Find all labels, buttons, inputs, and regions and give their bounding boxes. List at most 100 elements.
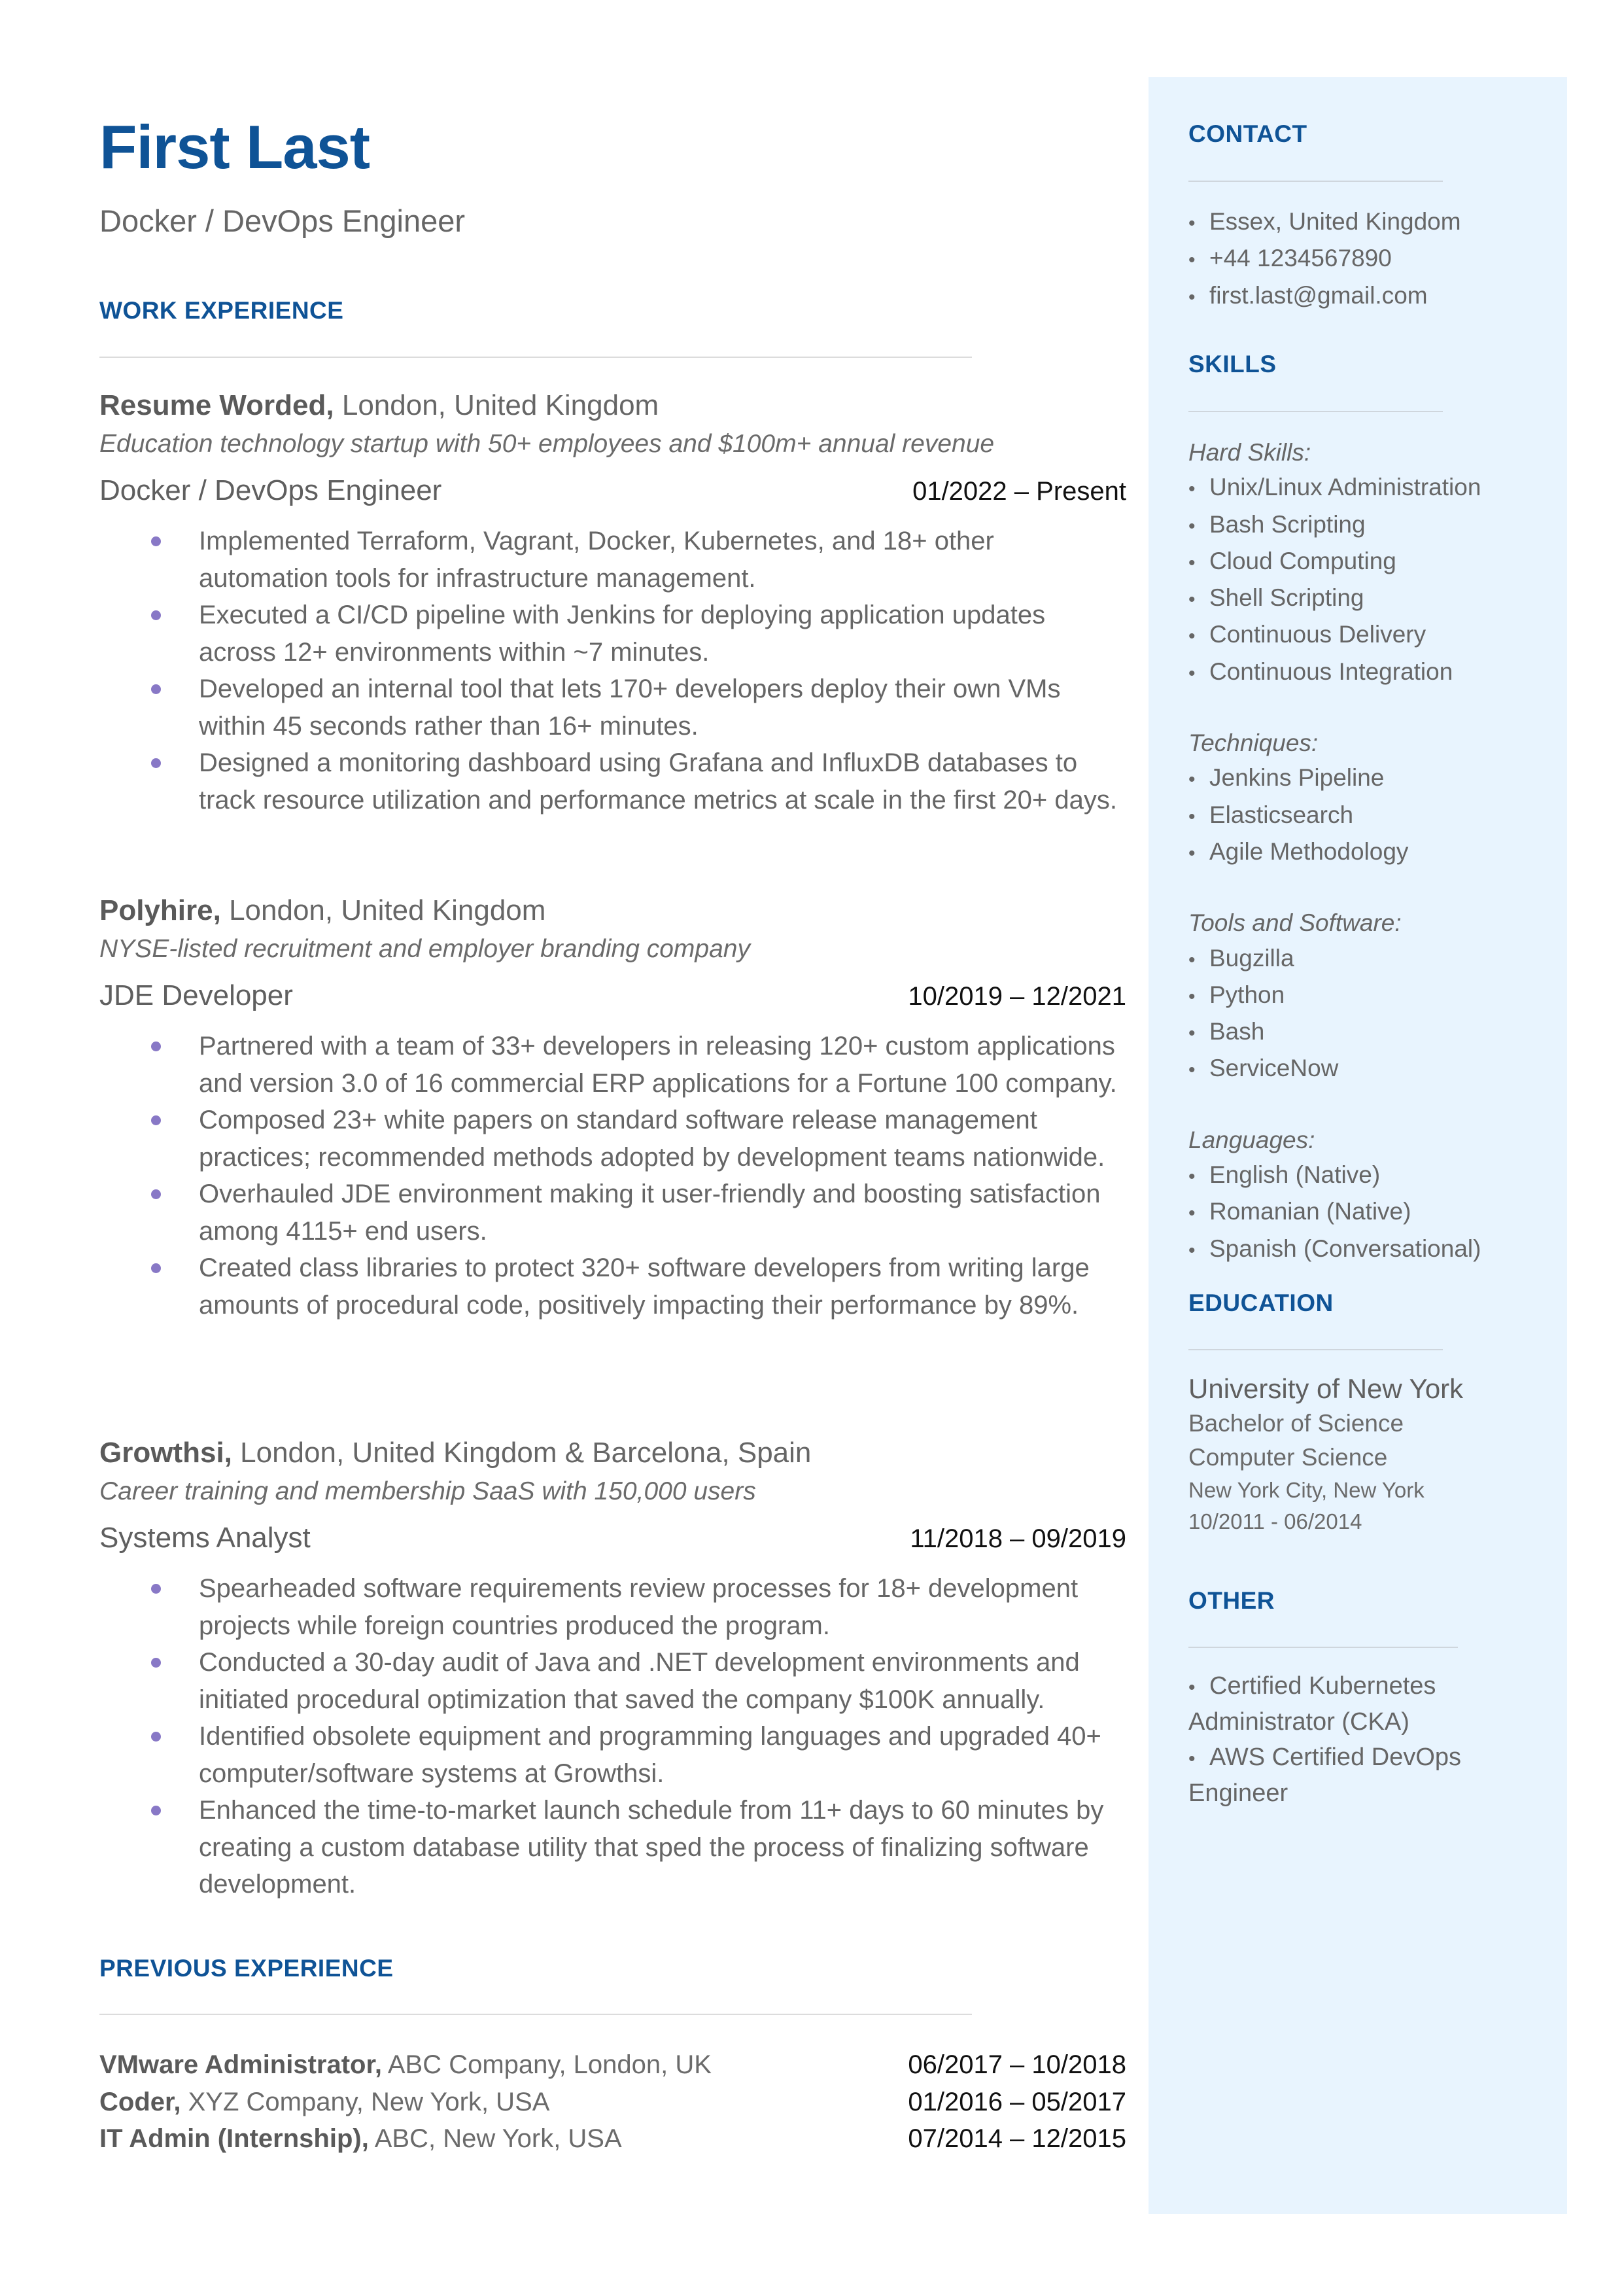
contact-phone: • +44 1234567890 — [1188, 241, 1555, 277]
spacer — [1188, 1088, 1555, 1123]
skill-category-hard: Hard Skills: — [1188, 439, 1311, 466]
previous-role: VMware Administrator, — [99, 2050, 382, 2079]
job-entry: Polyhire, London, United Kingdom NYSE-li… — [99, 891, 1126, 1323]
bullet-icon: • — [1188, 515, 1196, 537]
achievement-list: Implemented Terraform, Vagrant, Docker, … — [99, 523, 1126, 818]
skill-item: • Cloud Computing — [1188, 544, 1555, 580]
achievement-item: Designed a monitoring dashboard using Gr… — [99, 745, 1126, 818]
bullet-icon: • — [1188, 249, 1196, 272]
bullet-icon: • — [1188, 985, 1196, 1007]
company-description: NYSE-listed recruitment and employer bra… — [99, 935, 750, 963]
bullet-icon: • — [1188, 842, 1196, 864]
candidate-name: First Last — [99, 113, 370, 181]
bullet-icon: • — [1188, 662, 1196, 684]
company-description: Education technology startup with 50+ em… — [99, 430, 995, 458]
achievement-item: Identified obsolete equipment and progra… — [99, 1718, 1126, 1792]
section-heading-previous-experience: PREVIOUS EXPERIENCE — [99, 1955, 394, 1982]
job-entry: Growthsi, London, United Kingdom & Barce… — [99, 1433, 1126, 1903]
skill-item: • Spanish (Conversational) — [1188, 1231, 1555, 1268]
skill-item: • Jenkins Pipeline — [1188, 760, 1555, 797]
contact-location: • Essex, United Kingdom — [1188, 204, 1555, 241]
job-dates: 11/2018 – 09/2019 — [910, 1524, 1126, 1553]
bullet-icon — [151, 1115, 161, 1125]
skill-item: • Continuous Integration — [1188, 654, 1555, 691]
achievement-item: Composed 23+ white papers on standard so… — [99, 1102, 1126, 1176]
education-field: Computer Science — [1188, 1444, 1388, 1471]
certification-item: • Certified Kubernetes Administrator (CKA… — [1188, 1669, 1529, 1740]
achievement-list: Spearheaded software requirements review… — [99, 1570, 1126, 1903]
bullet-icon: • — [1188, 625, 1196, 648]
previous-role: Coder, — [99, 2087, 181, 2116]
other-list: • Certified Kubernetes Administrator (CKA… — [1188, 1669, 1529, 1811]
sidebar: CONTACT • Essex, United Kingdom • +44 1234… — [1149, 77, 1567, 2214]
previous-experience-row: Coder, XYZ Company, New York, USA 01/201… — [99, 2084, 1126, 2121]
bullet-icon: • — [1188, 286, 1196, 308]
job-dates: 01/2022 – Present — [912, 477, 1126, 506]
company-description: Career training and membership SaaS with… — [99, 1477, 756, 1505]
bullet-icon: • — [1188, 1747, 1196, 1770]
previous-experience-list: VMware Administrator, ABC Company, Londo… — [99, 2046, 1126, 2158]
company-location: London, United Kingdom & Barcelona, Spai… — [240, 1437, 812, 1469]
section-heading-contact: CONTACT — [1188, 120, 1307, 147]
education-degree: Bachelor of Science — [1188, 1410, 1404, 1437]
section-divider — [99, 2014, 972, 2015]
bullet-icon — [151, 758, 161, 768]
education-location: New York City, New York — [1188, 1478, 1425, 1502]
job-role: Docker / DevOps Engineer — [99, 474, 442, 506]
achievement-item: Spearheaded software requirements review… — [99, 1570, 1126, 1644]
contact-list: • Essex, United Kingdom • +44 1234567890 •… — [1188, 204, 1555, 315]
bullet-icon — [151, 610, 161, 620]
candidate-title: Docker / DevOps Engineer — [99, 203, 466, 238]
company-name: Polyhire, — [99, 894, 221, 926]
bullet-icon: • — [1188, 805, 1196, 828]
section-divider — [1188, 1349, 1443, 1350]
section-divider — [99, 357, 972, 358]
role-row: Docker / DevOps Engineer 01/2022 – Prese… — [99, 471, 1126, 511]
spacer — [1188, 691, 1555, 726]
company-line: Growthsi, London, United Kingdom & Barce… — [99, 1433, 1126, 1473]
skill-item: • English (Native) — [1188, 1157, 1555, 1194]
bullet-icon: • — [1188, 589, 1196, 611]
skill-item: • Agile Methodology — [1188, 834, 1555, 871]
bullet-icon — [151, 1658, 161, 1668]
bullet-icon — [151, 536, 161, 546]
job-role: Systems Analyst — [99, 1522, 311, 1554]
previous-experience-row: VMware Administrator, ABC Company, Londo… — [99, 2046, 1126, 2084]
education-dates: 10/2011 - 06/2014 — [1188, 1509, 1362, 1533]
bullet-icon — [151, 1263, 161, 1273]
skill-item: • Elasticsearch — [1188, 797, 1555, 834]
skill-item: • Bash — [1188, 1014, 1555, 1051]
section-divider — [1188, 1647, 1458, 1648]
skill-item: • Bugzilla — [1188, 941, 1555, 977]
bullet-icon — [151, 684, 161, 694]
previous-experience-row: IT Admin (Internship), ABC, New York, US… — [99, 2120, 1126, 2158]
bullet-icon: • — [1188, 552, 1196, 574]
achievement-item: Implemented Terraform, Vagrant, Docker, … — [99, 523, 1126, 597]
section-heading-other: OTHER — [1188, 1587, 1275, 1614]
contact-email: • first.last@gmail.com — [1188, 278, 1555, 315]
section-divider — [1188, 181, 1443, 182]
skill-category-languages: Languages: — [1188, 1126, 1315, 1153]
previous-dates: 06/2017 – 10/2018 — [908, 2050, 1126, 2079]
bullet-icon: • — [1188, 1166, 1196, 1188]
achievement-item: Executed a CI/CD pipeline with Jenkins f… — [99, 597, 1126, 671]
job-dates: 10/2019 – 12/2021 — [908, 982, 1126, 1011]
bullet-icon: • — [1188, 1059, 1196, 1081]
previous-dates: 01/2016 – 05/2017 — [908, 2087, 1126, 2116]
bullet-icon — [151, 1806, 161, 1815]
previous-org: ABC, New York, USA — [374, 2124, 622, 2153]
achievement-item: Overhauled JDE environment making it use… — [99, 1176, 1126, 1250]
certification-item: • AWS Certified DevOps Engineer — [1188, 1740, 1529, 1812]
bullet-icon: • — [1188, 949, 1196, 971]
achievement-item: Developed an internal tool that lets 170… — [99, 671, 1126, 745]
skill-item: • Python — [1188, 977, 1555, 1014]
bullet-icon: • — [1188, 1023, 1196, 1045]
section-divider — [1188, 411, 1443, 412]
company-line: Polyhire, London, United Kingdom — [99, 891, 1126, 930]
skill-item: • ServiceNow — [1188, 1051, 1555, 1087]
achievement-item: Enhanced the time-to-market launch sched… — [99, 1792, 1126, 1903]
bullet-icon: • — [1188, 1239, 1196, 1261]
skill-category-techniques: Techniques: — [1188, 729, 1319, 757]
bullet-icon: • — [1188, 478, 1196, 500]
achievement-item: Partnered with a team of 33+ developers … — [99, 1028, 1126, 1102]
